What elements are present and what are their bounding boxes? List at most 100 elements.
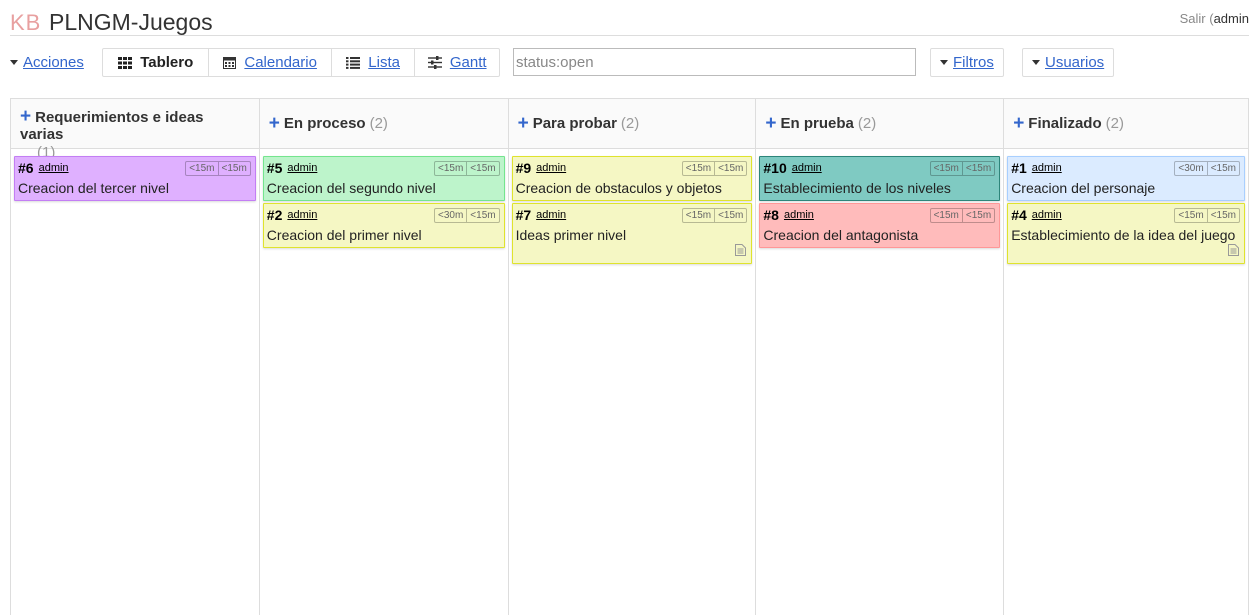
kanban-board: + Requerimientos e ideas varias (1) #6 admin… xyxy=(10,98,1249,615)
task-id-link[interactable]: #9 xyxy=(516,160,532,176)
view-list-button[interactable]: Lista xyxy=(332,49,416,76)
task-list: #10 admin <15m <15m Establecimiento de los n… xyxy=(756,149,1003,248)
task-list: #5 admin <15m <15m Creacion del segundo nive… xyxy=(260,149,508,248)
column-title: Finalizado xyxy=(1028,115,1102,132)
description-icon[interactable] xyxy=(735,243,747,259)
task-card[interactable]: #5 admin <15m <15m Creacion del segundo nive… xyxy=(262,156,505,201)
view-switcher: Tablero Calendario Lista Gantt xyxy=(102,48,500,77)
board-column: + Requerimientos e ideas varias (1) #6 admin… xyxy=(11,98,260,615)
task-card[interactable]: #10 admin <15m <15m Establecimiento de los n… xyxy=(759,156,1001,201)
task-owner-link[interactable]: admin xyxy=(1032,209,1062,221)
time-estimate: <15m <15m xyxy=(681,208,748,223)
add-task-icon[interactable]: + xyxy=(765,114,776,133)
time-estimated: <15m xyxy=(1206,162,1239,175)
column-count: (2) xyxy=(857,115,877,132)
toolbar: Acciones Tablero Calendario Lista Gantt xyxy=(10,47,1249,77)
view-gantt-label: Gantt xyxy=(449,54,487,71)
time-spent: <15m xyxy=(189,163,215,174)
th-icon xyxy=(118,56,133,69)
task-owner-link[interactable]: admin xyxy=(1032,162,1062,174)
logo[interactable]: KB xyxy=(10,10,41,36)
task-owner-link[interactable]: admin xyxy=(287,209,317,221)
task-owner-link[interactable]: admin xyxy=(287,162,317,174)
task-id-link[interactable]: #4 xyxy=(1011,207,1027,223)
view-board-label: Tablero xyxy=(140,54,194,71)
time-estimated: <15m xyxy=(961,209,994,222)
filters-dropdown[interactable]: Filtros xyxy=(930,48,1004,77)
view-calendar-label: Calendario xyxy=(244,54,317,71)
column-header: + Para probar (2) xyxy=(508,98,756,149)
task-title[interactable]: Creacion del tercer nivel xyxy=(18,180,252,196)
task-title[interactable]: Creacion del segundo nivel xyxy=(267,180,501,196)
task-title[interactable]: Creacion del primer nivel xyxy=(267,227,501,243)
time-spent: <15m xyxy=(933,210,959,221)
time-spent: <15m xyxy=(438,163,464,174)
view-calendar-button[interactable]: Calendario xyxy=(209,49,332,76)
time-spent: <15m xyxy=(685,163,712,174)
task-title[interactable]: Establecimiento de los niveles xyxy=(763,180,996,196)
time-estimated: <15m xyxy=(714,162,746,175)
task-id-link[interactable]: #5 xyxy=(267,160,283,176)
task-id-link[interactable]: #7 xyxy=(516,207,532,223)
task-card[interactable]: #8 admin <15m <15m Creacion del antagonista xyxy=(759,203,1001,248)
task-owner-link[interactable]: admin xyxy=(39,162,69,174)
task-owner-link[interactable]: admin xyxy=(536,162,566,174)
task-owner-link[interactable]: admin xyxy=(536,209,566,221)
task-card[interactable]: #7 admin <15m <15m Ideas primer nivel xyxy=(511,203,753,264)
task-title[interactable]: Creacion del personaje xyxy=(1011,180,1241,196)
app-header: KB PLNGM-Juegos Salir (admin xyxy=(10,6,1249,36)
task-id-link[interactable]: #2 xyxy=(267,207,283,223)
board-column: + En proceso (2) #5 admin <15m <15m Creacion de… xyxy=(259,98,509,615)
view-gantt-button[interactable]: Gantt xyxy=(415,49,499,76)
view-board-button[interactable]: Tablero xyxy=(103,49,210,76)
add-task-icon[interactable]: + xyxy=(20,106,31,127)
search-input[interactable] xyxy=(513,48,916,76)
list-icon xyxy=(346,56,361,69)
task-title[interactable]: Establecimiento de la idea del juego xyxy=(1011,227,1241,243)
time-estimate: <15m <15m xyxy=(681,161,748,176)
task-owner-link[interactable]: admin xyxy=(784,209,814,221)
view-list-label: Lista xyxy=(368,54,400,71)
task-owner-link[interactable]: admin xyxy=(792,162,822,174)
task-id-link[interactable]: #1 xyxy=(1011,160,1027,176)
task-title[interactable]: Ideas primer nivel xyxy=(516,227,749,243)
column-count: (2) xyxy=(1105,115,1124,132)
board-column: + En prueba (2) #10 admin <15m <15m Establecimi… xyxy=(756,98,1005,615)
actions-dropdown[interactable]: Acciones xyxy=(10,47,84,77)
board-column: + Finalizado (2) #1 admin <30m <15m Creacion de… xyxy=(1004,98,1249,615)
add-task-icon[interactable]: + xyxy=(518,114,529,133)
logout-link[interactable]: Salir xyxy=(1180,11,1206,26)
task-card[interactable]: #4 admin <15m <15m Establecimiento de la ide… xyxy=(1007,203,1245,264)
user-links: Salir (admin xyxy=(1180,11,1249,26)
description-icon[interactable] xyxy=(1227,243,1239,259)
task-id-link[interactable]: #6 xyxy=(18,160,34,176)
time-estimate: <15m <15m xyxy=(185,161,251,176)
column-title: Requerimientos e ideas varias xyxy=(20,109,204,143)
task-footer xyxy=(516,243,749,259)
task-card[interactable]: #2 admin <30m <15m Creacion del primer nivel xyxy=(262,203,505,248)
task-id-link[interactable]: #10 xyxy=(763,160,786,176)
filters-label[interactable]: Filtros xyxy=(953,54,994,71)
column-title: En proceso xyxy=(283,115,366,132)
column-title: Para probar xyxy=(532,115,617,132)
task-card[interactable]: #6 admin <15m <15m Creacion del tercer nivel xyxy=(14,156,256,201)
add-task-icon[interactable]: + xyxy=(1013,114,1024,133)
task-id-link[interactable]: #8 xyxy=(763,207,779,223)
actions-label[interactable]: Acciones xyxy=(23,54,84,71)
time-estimated: <15m xyxy=(1206,209,1239,222)
task-card[interactable]: #9 admin <15m <15m Creacion de obstaculos y … xyxy=(511,156,753,201)
add-task-icon[interactable]: + xyxy=(269,114,280,133)
task-title[interactable]: Creacion de obstaculos y objetos xyxy=(516,180,749,196)
task-footer xyxy=(1011,243,1241,259)
task-card[interactable]: #1 admin <30m <15m Creacion del personaje xyxy=(1007,156,1245,201)
users-dropdown[interactable]: Usuarios xyxy=(1022,48,1115,77)
time-estimate: <15m <15m xyxy=(1174,208,1240,223)
time-estimated: <15m xyxy=(217,162,250,175)
user-name-link[interactable]: admin xyxy=(1214,11,1249,26)
users-label[interactable]: Usuarios xyxy=(1045,54,1104,71)
column-header: + En proceso (2) xyxy=(259,98,508,149)
column-count: (2) xyxy=(369,115,388,132)
task-title[interactable]: Creacion del antagonista xyxy=(763,227,996,243)
time-estimate: <15m <15m xyxy=(434,161,500,176)
task-list: #9 admin <15m <15m Creacion de obstaculos y … xyxy=(509,149,756,264)
